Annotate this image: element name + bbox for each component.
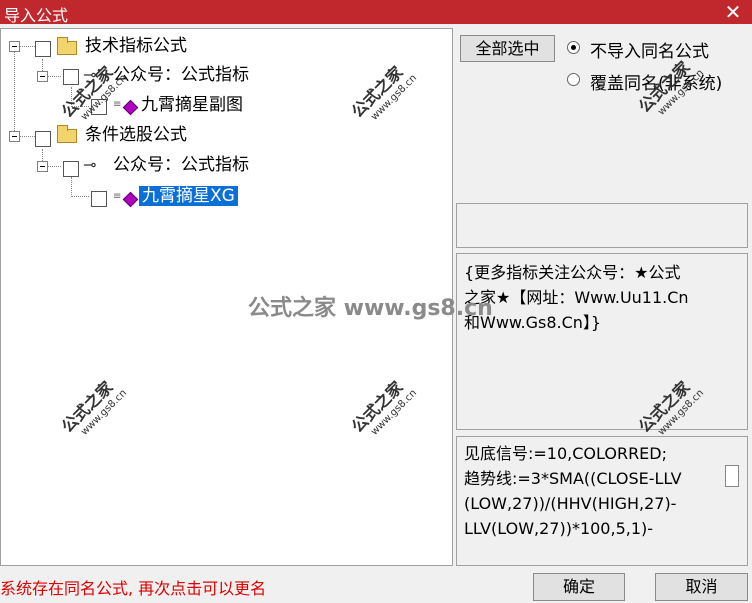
scrollbar-thumb[interactable] — [725, 465, 739, 487]
tree-expander[interactable] — [37, 161, 48, 172]
tree-checkbox[interactable] — [91, 99, 107, 115]
select-all-button[interactable]: 全部选中 — [460, 35, 555, 62]
tree-checkbox[interactable] — [91, 191, 107, 207]
tree-expander[interactable] — [9, 131, 20, 142]
tree-item-label: 条件选股公式 — [85, 125, 187, 145]
tree-expander[interactable] — [37, 71, 48, 82]
tree-expander[interactable] — [9, 41, 20, 52]
formula-text: 见底信号:=10,COLORRED; 趋势线:=3*SMA((CLOSE-LLV… — [464, 444, 682, 538]
radio-overwrite[interactable] — [567, 73, 580, 86]
formula-tree-pane: 技术指标公式 ⊸ 公众号：公式指标 ≡ 九霄摘星副图 条件选股公式 ⊸ 公众号：… — [0, 28, 453, 566]
tree-item[interactable]: 条件选股公式 — [85, 122, 187, 148]
info-box — [456, 203, 748, 248]
formula-type-icon: ≡ — [113, 99, 122, 110]
key-icon: ⊸ — [83, 65, 97, 84]
formula-box: 见底信号:=10,COLORRED; 趋势线:=3*SMA((CLOSE-LLV… — [456, 436, 748, 566]
tree-connector — [71, 87, 72, 105]
description-box: {更多指标关注公众号：★公式 之家★【网址：Www.Uu11.Cn 和Www.G… — [456, 253, 748, 430]
tree-item-label: 技术指标公式 — [85, 36, 187, 56]
tree-checkbox[interactable] — [35, 131, 51, 147]
tree-connector — [71, 177, 72, 195]
cancel-button[interactable]: 取消 — [655, 573, 748, 601]
tree-item[interactable]: 公众号：公式指标 — [113, 62, 249, 88]
tree-item[interactable]: 九霄摘星副图 — [141, 92, 243, 118]
tree-connector — [19, 46, 35, 47]
gem-icon — [122, 99, 139, 116]
folder-icon — [57, 37, 77, 55]
tree-item-label: 九霄摘星XG — [139, 186, 238, 206]
status-message: 系统存在同名公式, 再次点击可以更名 — [0, 579, 267, 598]
tree-checkbox[interactable] — [63, 69, 79, 85]
tree-item[interactable]: 技术指标公式 — [85, 33, 187, 59]
tree-item-label: 公众号：公式指标 — [113, 65, 249, 85]
tree-connector — [47, 76, 61, 77]
tree-connector — [14, 51, 15, 139]
tree-checkbox[interactable] — [35, 41, 51, 57]
radio-no-import-label: 不导入同名公式 — [590, 42, 709, 62]
tree-connector — [19, 136, 35, 137]
key-icon: ⊸ — [83, 155, 97, 174]
tree-connector — [47, 166, 61, 167]
title-bar: 导入公式 ✕ — [0, 0, 752, 25]
tree-item-selected[interactable]: 九霄摘星XG — [139, 183, 238, 209]
tree-checkbox[interactable] — [63, 161, 79, 177]
window-title: 导入公式 — [4, 6, 69, 25]
folder-icon — [57, 125, 77, 143]
tree-item-label: 九霄摘星副图 — [141, 95, 243, 115]
radio-overwrite-label: 覆盖同名(非系统) — [590, 74, 723, 94]
tree-item-label: 公众号：公式指标 — [113, 155, 249, 175]
gem-icon — [122, 191, 139, 208]
radio-no-import[interactable] — [567, 41, 580, 54]
close-button[interactable]: ✕ — [720, 0, 746, 24]
tree-item[interactable]: 公众号：公式指标 — [113, 152, 249, 178]
description-text: {更多指标关注公众号：★公式 之家★【网址：Www.Uu11.Cn 和Www.G… — [464, 263, 689, 332]
tree-connector — [71, 196, 89, 197]
tree-connector — [71, 106, 89, 107]
formula-type-icon: ≡ — [113, 191, 122, 202]
ok-button[interactable]: 确定 — [533, 573, 625, 601]
